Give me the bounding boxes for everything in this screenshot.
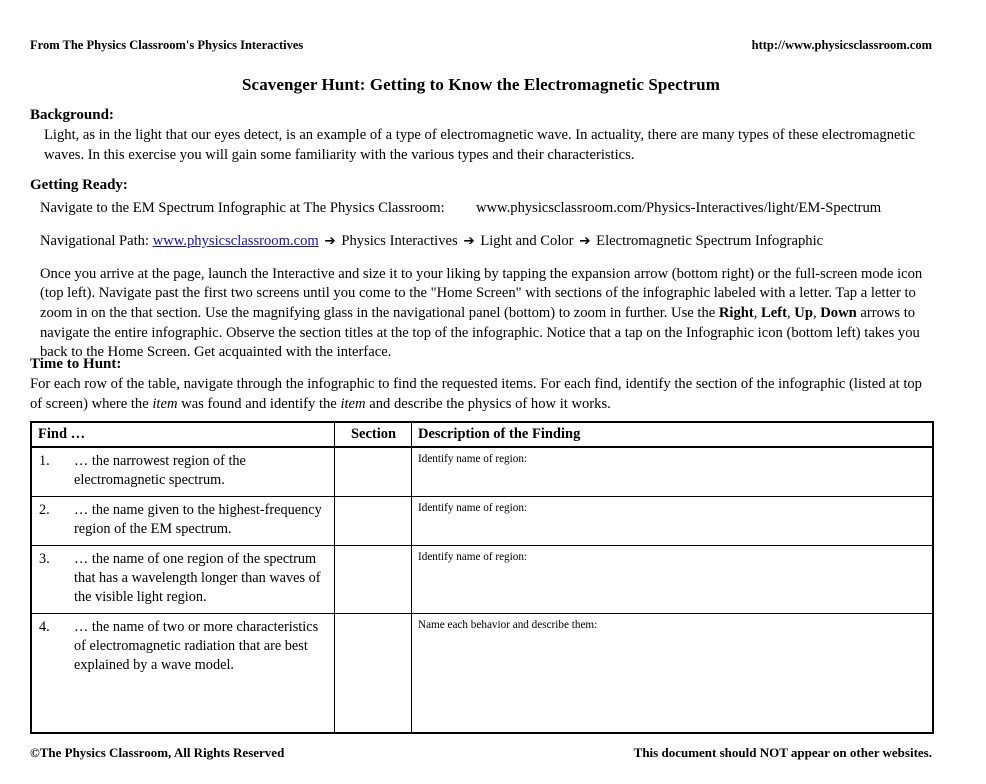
table-row: 4. … the name of two or more characteris… bbox=[30, 613, 934, 735]
page-title: Scavenger Hunt: Getting to Know the Elec… bbox=[242, 75, 720, 94]
description-cell[interactable]: Name each behavior and describe them: bbox=[411, 613, 934, 735]
description-cell-inner: Identify name of region: bbox=[412, 497, 932, 520]
document-page: From The Physics Classroom's Physics Int… bbox=[0, 0, 986, 784]
arrow-right-icon-3: ➔ bbox=[579, 232, 591, 249]
description-cell-inner: Identify name of region: bbox=[412, 546, 932, 569]
find-cell-inner: 1. … the narrowest region of the electro… bbox=[32, 448, 334, 496]
description-cell[interactable]: Identify name of region: bbox=[411, 545, 934, 615]
find-text: … the name given to the highest-frequenc… bbox=[74, 502, 322, 538]
find-cell: 4. … the name of two or more characteris… bbox=[30, 613, 335, 735]
sep-1: , bbox=[753, 305, 762, 322]
navigate-url: www.physicsclassroom.com/Physics-Interac… bbox=[475, 200, 882, 217]
find-text: … the name of two or more characteristic… bbox=[74, 619, 319, 674]
find-cell-inner: 2. … the name given to the highest-frequ… bbox=[32, 497, 334, 545]
table-header: Find … Section Description of the Findin… bbox=[30, 420, 934, 449]
section-answer-cell[interactable] bbox=[334, 447, 412, 498]
section-answer-value bbox=[335, 497, 411, 505]
nav-step-3: Electromagnetic Spectrum Infographic bbox=[596, 232, 824, 249]
navigate-label: Navigate to the EM Spectrum Infographic … bbox=[40, 200, 445, 217]
header-source-text: From The Physics Classroom's Physics Int… bbox=[30, 38, 304, 52]
find-text: … the narrowest region of the electromag… bbox=[74, 453, 246, 489]
arrow-right-icon-1: ➔ bbox=[324, 232, 336, 249]
item-italic-2: item bbox=[340, 395, 366, 412]
footer-notice: This document should NOT appear on other… bbox=[633, 745, 932, 760]
column-header-find-label: Find … bbox=[38, 426, 86, 442]
section-answer-cell[interactable] bbox=[334, 496, 412, 547]
navigate-line: Navigate to the EM Spectrum Infographic … bbox=[40, 199, 932, 219]
find-cell-inner: 3. … the name of one region of the spect… bbox=[32, 546, 334, 613]
table-header-row: Find … Section Description of the Findin… bbox=[30, 420, 934, 449]
find-cell: 2. … the name given to the highest-frequ… bbox=[30, 496, 335, 547]
hunt-text-part3: and describe the physics of how it works… bbox=[365, 395, 611, 412]
navigational-path-line: Navigational Path: www.physicsclassroom.… bbox=[40, 232, 932, 252]
section-answer-cell[interactable] bbox=[334, 545, 412, 615]
column-header-description: Description of the Finding bbox=[411, 420, 934, 449]
find-cell: 1. … the narrowest region of the electro… bbox=[30, 447, 335, 498]
table-body: 1. … the narrowest region of the electro… bbox=[30, 447, 934, 735]
getting-ready-section: Getting Ready: Navigate to the EM Spectr… bbox=[30, 176, 932, 363]
time-to-hunt-section: Time to Hunt: For each row of the table,… bbox=[30, 355, 932, 415]
key-right-label: Right bbox=[718, 305, 754, 322]
time-to-hunt-heading: Time to Hunt: bbox=[30, 356, 122, 372]
description-cell-inner: Identify name of region: bbox=[412, 448, 932, 471]
document-footer: ©The Physics Classroom, All Rights Reser… bbox=[30, 745, 932, 761]
section-answer-value bbox=[335, 614, 411, 622]
getting-ready-heading: Getting Ready: bbox=[30, 177, 128, 193]
nav-step-1: Physics Interactives bbox=[341, 232, 458, 249]
find-cell-inner: 4. … the name of two or more characteris… bbox=[32, 614, 334, 681]
description-cell[interactable]: Identify name of region: bbox=[411, 447, 934, 498]
background-heading: Background: bbox=[30, 107, 114, 123]
description-prompt: Name each behavior and describe them: bbox=[418, 619, 598, 632]
scavenger-hunt-table: Find … Section Description of the Findin… bbox=[30, 420, 934, 735]
item-italic-1: item bbox=[152, 395, 178, 412]
description-prompt: Identify name of region: bbox=[418, 551, 528, 564]
key-down-label: Down bbox=[820, 305, 857, 322]
background-section: Background: Light, as in the light that … bbox=[30, 106, 932, 166]
table-row: 3. … the name of one region of the spect… bbox=[30, 545, 934, 615]
time-to-hunt-paragraph: For each row of the table, navigate thro… bbox=[30, 375, 932, 414]
table-row: 1. … the narrowest region of the electro… bbox=[30, 447, 934, 498]
description-prompt: Identify name of region: bbox=[418, 502, 528, 515]
row-number: 1. bbox=[39, 453, 50, 470]
column-header-description-label: Description of the Finding bbox=[418, 426, 581, 442]
description-prompt: Identify name of region: bbox=[418, 453, 528, 466]
physicsclassroom-link[interactable]: www.physicsclassroom.com bbox=[153, 233, 319, 249]
row-number: 4. bbox=[39, 619, 50, 636]
interface-instructions-paragraph: Once you arrive at the page, launch the … bbox=[40, 265, 932, 363]
row-number: 3. bbox=[39, 551, 50, 568]
section-answer-value bbox=[335, 448, 411, 456]
header-website-url: http://www.physicsclassroom.com bbox=[751, 38, 932, 52]
nav-step-2: Light and Color bbox=[480, 232, 574, 249]
arrow-right-icon-2: ➔ bbox=[463, 232, 475, 249]
column-header-section-label: Section bbox=[350, 426, 397, 442]
footer-copyright: ©The Physics Classroom, All Rights Reser… bbox=[30, 745, 285, 760]
section-answer-cell[interactable] bbox=[334, 613, 412, 735]
background-paragraph: Light, as in the light that our eyes det… bbox=[44, 127, 916, 163]
description-cell-inner: Name each behavior and describe them: bbox=[412, 614, 932, 637]
section-answer-value bbox=[335, 546, 411, 554]
find-cell: 3. … the name of one region of the spect… bbox=[30, 545, 335, 615]
hunt-text-part2: was found and identify the bbox=[177, 395, 341, 412]
table-row: 2. … the name given to the highest-frequ… bbox=[30, 496, 934, 547]
find-text: … the name of one region of the spectrum… bbox=[74, 551, 321, 606]
document-header: From The Physics Classroom's Physics Int… bbox=[30, 38, 932, 53]
description-cell[interactable]: Identify name of region: bbox=[411, 496, 934, 547]
key-left-label: Left bbox=[761, 305, 787, 322]
nav-path-label: Navigational Path: bbox=[40, 232, 150, 249]
key-up-label: Up bbox=[794, 305, 813, 322]
row-number: 2. bbox=[39, 502, 50, 519]
column-header-find: Find … bbox=[30, 420, 335, 449]
column-header-section: Section bbox=[334, 420, 412, 449]
